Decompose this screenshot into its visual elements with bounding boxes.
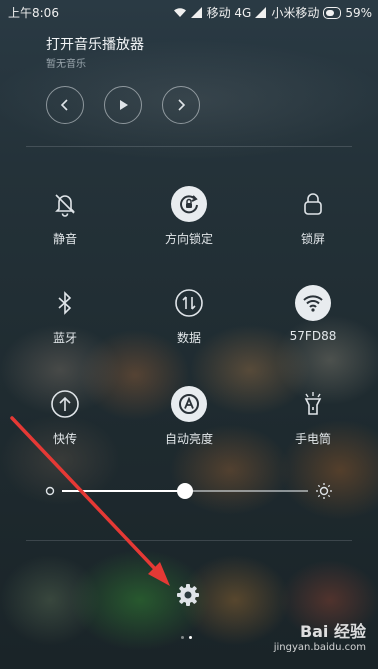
toggle-lock-screen[interactable]: 锁屏 — [258, 186, 368, 247]
music-player-subtitle: 暂无音乐 — [46, 59, 86, 70]
chevron-right-icon — [178, 99, 186, 111]
toggle-rotation-lock[interactable]: 方向锁定 — [134, 186, 244, 247]
gear-icon — [177, 584, 199, 606]
divider — [26, 540, 352, 541]
tile-label-flashlight: 手电筒 — [294, 432, 331, 446]
tile-label-quick-transfer: 快传 — [52, 432, 77, 446]
watermark-url: jingyan.baidu.com — [273, 642, 366, 653]
brightness-slider-fill — [62, 490, 185, 492]
divider — [26, 146, 352, 147]
carrier-1: 移动 4G — [206, 6, 252, 20]
signal-icon — [190, 7, 202, 18]
page-dot-active — [189, 636, 192, 639]
page-indicator — [181, 636, 192, 639]
battery-percent: 59% — [345, 5, 372, 20]
tile-label-mute: 静音 — [52, 232, 77, 246]
tile-label-wifi: 57FD88 — [289, 329, 337, 343]
toggle-wifi[interactable]: 57FD88 — [258, 285, 368, 343]
toggle-quick-transfer[interactable]: 快传 — [10, 386, 120, 447]
tile-label-auto-brightness: 自动亮度 — [164, 432, 213, 446]
carrier-2: 小米移动 — [271, 6, 320, 20]
data-icon — [171, 285, 207, 321]
battery-icon — [323, 6, 342, 19]
music-player-title[interactable]: 打开音乐播放器 — [46, 34, 144, 54]
status-icons: 移动 4G 小米移动 59% — [173, 4, 372, 21]
page-dot — [181, 636, 184, 639]
toggle-mobile-data[interactable]: 数据 — [134, 285, 244, 346]
brightness-low-icon — [45, 486, 55, 496]
status-bar: 上午8:06 移动 4G 小米移动 59% — [0, 0, 378, 22]
lock-icon — [295, 186, 331, 222]
status-time: 上午8:06 — [8, 6, 59, 20]
toggle-mute[interactable]: 静音 — [10, 186, 120, 247]
watermark: Bai 经验 jingyan.baidu.com — [274, 618, 366, 653]
play-button[interactable] — [104, 86, 142, 124]
upload-icon — [47, 386, 83, 422]
bluetooth-icon — [47, 285, 83, 321]
tile-label-data: 数据 — [176, 331, 201, 345]
rotation-lock-icon — [171, 186, 207, 222]
toggle-flashlight[interactable]: 手电筒 — [258, 386, 368, 447]
brightness-slider-thumb[interactable] — [177, 483, 193, 499]
brightness-high-icon — [316, 483, 332, 499]
toggle-bluetooth[interactable]: 蓝牙 — [10, 285, 120, 346]
tile-label-bluetooth: 蓝牙 — [52, 331, 77, 345]
next-button[interactable] — [162, 86, 200, 124]
watermark-logo: Bai 经验 — [299, 622, 366, 641]
tile-label-lock-screen: 锁屏 — [300, 232, 325, 246]
previous-button[interactable] — [46, 86, 84, 124]
play-icon — [120, 100, 128, 110]
brightness-slider[interactable] — [62, 483, 308, 499]
settings-button[interactable] — [174, 581, 202, 609]
wifi-status-icon — [173, 8, 186, 17]
signal-icon — [255, 7, 267, 18]
chevron-left-icon — [60, 99, 68, 111]
wifi-icon — [295, 285, 331, 321]
flashlight-icon — [295, 386, 331, 422]
toggle-auto-brightness[interactable]: 自动亮度 — [134, 386, 244, 447]
bell-off-icon — [47, 186, 83, 222]
tile-label-rotation-lock: 方向锁定 — [164, 232, 213, 246]
auto-brightness-icon — [171, 386, 207, 422]
